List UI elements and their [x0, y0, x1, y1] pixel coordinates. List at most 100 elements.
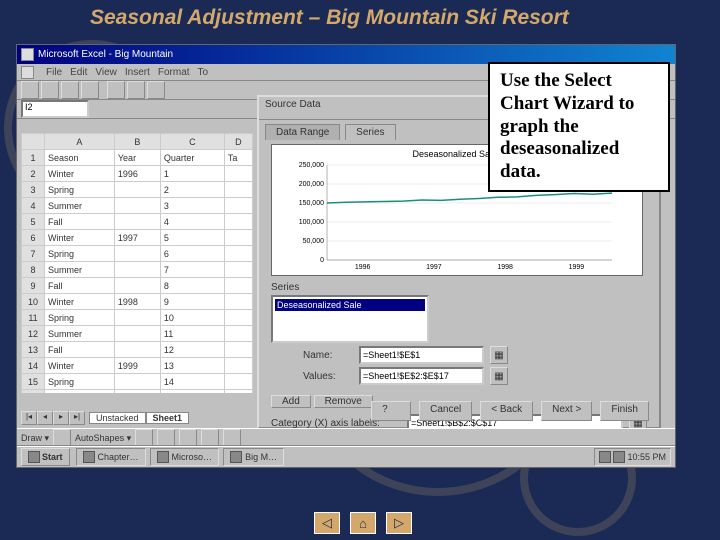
cell[interactable]: 6: [160, 246, 224, 262]
cell[interactable]: [224, 326, 252, 342]
add-series-button[interactable]: Add: [271, 395, 311, 408]
values-input[interactable]: [359, 367, 484, 385]
row-header[interactable]: 2: [22, 166, 45, 182]
cell[interactable]: Spring: [45, 374, 115, 390]
spreadsheet[interactable]: ABCD 1SeasonYearQuarterTa2Winter199613Sp…: [21, 133, 253, 393]
tool-open[interactable]: [41, 81, 59, 99]
task-item-0[interactable]: Chapter…: [76, 448, 146, 466]
cell[interactable]: Spring: [45, 310, 115, 326]
refedit-icon[interactable]: ▦: [490, 346, 508, 364]
cell[interactable]: Summer: [45, 198, 115, 214]
task-item-1[interactable]: Microso…: [150, 448, 220, 466]
cell[interactable]: 15: [160, 390, 224, 394]
cell[interactable]: 4: [160, 214, 224, 230]
menu-file[interactable]: File: [46, 67, 62, 78]
series-item-0[interactable]: Deseasonalized Sale: [275, 299, 425, 311]
row-header[interactable]: 3: [22, 182, 45, 198]
cell[interactable]: 14: [160, 374, 224, 390]
cell[interactable]: Fall: [45, 278, 115, 294]
refedit-icon[interactable]: ▦: [490, 367, 508, 385]
cell[interactable]: [114, 278, 160, 294]
cell[interactable]: 13: [160, 358, 224, 374]
autoshapes-menu[interactable]: AutoShapes ▾: [75, 433, 131, 444]
cell[interactable]: [114, 246, 160, 262]
row-header[interactable]: 6: [22, 230, 45, 246]
cell[interactable]: Winter: [45, 166, 115, 182]
cell[interactable]: [224, 246, 252, 262]
cell[interactable]: [224, 278, 252, 294]
sheet-tab-0[interactable]: Unstacked: [89, 412, 146, 424]
row-header[interactable]: 11: [22, 310, 45, 326]
cell[interactable]: [224, 374, 252, 390]
cell[interactable]: [224, 166, 252, 182]
cell[interactable]: [224, 198, 252, 214]
draw-menu[interactable]: Draw ▾: [21, 433, 49, 444]
tool-cut[interactable]: [107, 81, 125, 99]
finish-button[interactable]: Finish: [600, 401, 649, 421]
cell[interactable]: [114, 390, 160, 394]
sheet-tab-1[interactable]: Sheet1: [146, 412, 190, 424]
row-header[interactable]: 12: [22, 326, 45, 342]
menu-to[interactable]: To: [198, 67, 209, 78]
cell[interactable]: 2: [160, 182, 224, 198]
cell[interactable]: 11: [160, 326, 224, 342]
row-header[interactable]: 4: [22, 198, 45, 214]
cell[interactable]: 1999: [114, 358, 160, 374]
row-header[interactable]: 16: [22, 390, 45, 394]
cell[interactable]: 9: [160, 294, 224, 310]
cell[interactable]: [224, 342, 252, 358]
row-header[interactable]: 14: [22, 358, 45, 374]
series-list[interactable]: Deseasonalized Sale: [271, 295, 429, 343]
tool-print[interactable]: [81, 81, 99, 99]
cell[interactable]: 7: [160, 262, 224, 278]
next-slide-button[interactable]: ▷: [386, 512, 412, 534]
tab-series[interactable]: Series: [345, 124, 395, 140]
row-header[interactable]: 8: [22, 262, 45, 278]
cell[interactable]: Winter: [45, 294, 115, 310]
cell[interactable]: 12: [160, 342, 224, 358]
tool-save[interactable]: [61, 81, 79, 99]
row-header[interactable]: 9: [22, 278, 45, 294]
remove-series-button[interactable]: Remove: [314, 395, 373, 408]
cell[interactable]: Season: [45, 150, 115, 166]
cell[interactable]: Quarter: [160, 150, 224, 166]
row-header[interactable]: 7: [22, 246, 45, 262]
tool-new[interactable]: [21, 81, 39, 99]
cell[interactable]: Winter: [45, 358, 115, 374]
cell[interactable]: [224, 310, 252, 326]
cell[interactable]: Summer: [45, 326, 115, 342]
cell[interactable]: 3: [160, 198, 224, 214]
menu-edit[interactable]: Edit: [70, 67, 87, 78]
cell[interactable]: [114, 182, 160, 198]
task-item-2[interactable]: Big M…: [223, 448, 284, 466]
help-button[interactable]: ?: [371, 401, 411, 421]
cell[interactable]: [224, 294, 252, 310]
name-box[interactable]: I2: [21, 100, 89, 118]
cell[interactable]: [224, 182, 252, 198]
prev-slide-button[interactable]: ◁: [314, 512, 340, 534]
cell[interactable]: [114, 342, 160, 358]
row-header[interactable]: 5: [22, 214, 45, 230]
menu-format[interactable]: Format: [158, 67, 190, 78]
cell[interactable]: [114, 214, 160, 230]
cell[interactable]: 1998: [114, 294, 160, 310]
row-header[interactable]: 13: [22, 342, 45, 358]
cell[interactable]: Ta: [224, 150, 252, 166]
cell[interactable]: [224, 262, 252, 278]
cell[interactable]: [224, 230, 252, 246]
cell[interactable]: [224, 390, 252, 394]
cell[interactable]: 10: [160, 310, 224, 326]
system-tray[interactable]: 10:55 PM: [594, 448, 671, 466]
cancel-button[interactable]: Cancel: [419, 401, 472, 421]
cell[interactable]: [114, 262, 160, 278]
row-header[interactable]: 1: [22, 150, 45, 166]
next-button[interactable]: Next >: [541, 401, 592, 421]
tab-nav-next[interactable]: ▸: [53, 411, 69, 425]
row-header[interactable]: 10: [22, 294, 45, 310]
cell[interactable]: [114, 310, 160, 326]
back-button[interactable]: < Back: [480, 401, 533, 421]
cell[interactable]: Fall: [45, 214, 115, 230]
cell[interactable]: Spring: [45, 246, 115, 262]
cell[interactable]: [114, 326, 160, 342]
start-button[interactable]: Start: [21, 448, 70, 466]
